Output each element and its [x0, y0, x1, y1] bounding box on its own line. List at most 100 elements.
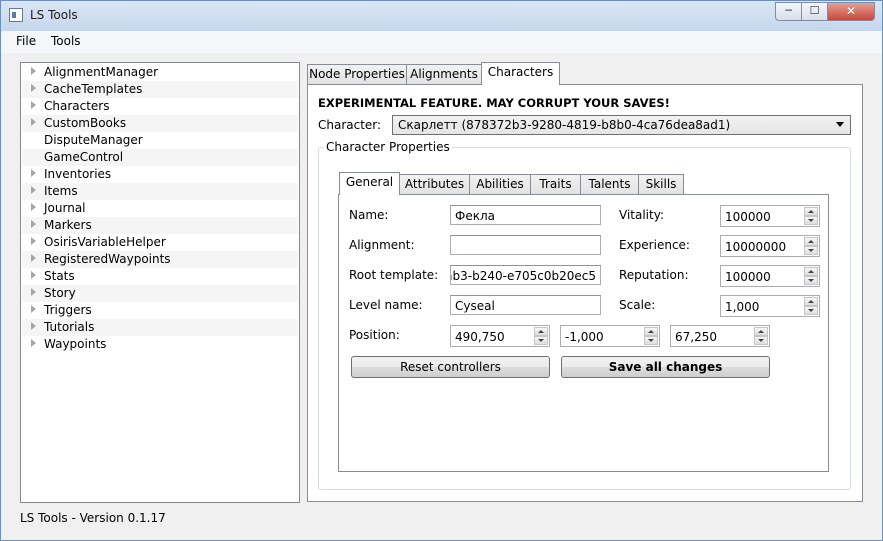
name-value: Фекла: [455, 209, 495, 223]
spin-down-icon[interactable]: [754, 336, 768, 345]
tree-item-registeredwaypoints[interactable]: RegisteredWaypoints: [22, 251, 298, 268]
tab-talents[interactable]: Talents: [580, 174, 639, 195]
save-all-changes-button[interactable]: Save all changes: [561, 356, 770, 378]
spin-buttons[interactable]: [804, 297, 818, 315]
position-y-value: -1,000: [565, 330, 604, 344]
tree-item-disputemanager[interactable]: DisputeManager: [22, 132, 298, 149]
node-tree[interactable]: AlignmentManager CacheTemplates Characte…: [20, 62, 300, 503]
tab-node-properties[interactable]: Node Properties: [307, 64, 407, 85]
tree-item-gamecontrol[interactable]: GameControl: [22, 149, 298, 166]
tree-item-label: Inventories: [44, 167, 112, 181]
experience-label: Experience:: [619, 238, 690, 252]
spin-buttons[interactable]: [804, 267, 818, 285]
tree-item-osirisvariablehelper[interactable]: OsirisVariableHelper: [22, 234, 298, 251]
app-window: LS Tools ─ ☐ ✕ File Tools AlignmentManag…: [0, 0, 883, 541]
expand-arrow-icon[interactable]: [31, 322, 36, 330]
expand-arrow-icon[interactable]: [31, 271, 36, 279]
tree-item-cachetemplates[interactable]: CacheTemplates: [22, 81, 298, 98]
minimize-button[interactable]: ─: [775, 2, 802, 21]
tree-item-triggers[interactable]: Triggers: [22, 302, 298, 319]
menu-tools[interactable]: Tools: [51, 34, 81, 48]
title-bar[interactable]: LS Tools ─ ☐ ✕: [1, 1, 882, 31]
expand-arrow-icon[interactable]: [31, 288, 36, 296]
tree-item-items[interactable]: Items: [22, 183, 298, 200]
spin-buttons[interactable]: [804, 237, 818, 255]
tab-attributes[interactable]: Attributes: [399, 174, 470, 195]
expand-arrow-icon[interactable]: [31, 118, 36, 126]
spin-up-icon[interactable]: [534, 327, 548, 336]
tree-item-inventories[interactable]: Inventories: [22, 166, 298, 183]
expand-arrow-icon[interactable]: [31, 220, 36, 228]
expand-arrow-icon[interactable]: [31, 84, 36, 92]
expand-arrow-icon[interactable]: [31, 237, 36, 245]
spin-down-icon[interactable]: [644, 336, 658, 345]
level-name-field[interactable]: Cyseal: [450, 295, 601, 315]
expand-arrow-icon[interactable]: [31, 305, 36, 313]
spin-down-icon[interactable]: [804, 216, 818, 225]
position-z-value: 67,250: [675, 330, 717, 344]
experience-spinbox[interactable]: 10000000: [720, 235, 820, 257]
tree-item-tutorials[interactable]: Tutorials: [22, 319, 298, 336]
spin-buttons[interactable]: [534, 327, 548, 345]
tree-item-characters[interactable]: Characters: [22, 98, 298, 115]
tree-item-markers[interactable]: Markers: [22, 217, 298, 234]
tree-item-stats[interactable]: Stats: [22, 268, 298, 285]
close-button[interactable]: ✕: [827, 2, 875, 21]
spin-up-icon[interactable]: [804, 207, 818, 216]
tree-item-custombooks[interactable]: CustomBooks: [22, 115, 298, 132]
expand-arrow-icon[interactable]: [31, 169, 36, 177]
root-template-value: 366-4ab3-b240-e705c0b20ec5: [451, 269, 596, 283]
spin-up-icon[interactable]: [754, 327, 768, 336]
maximize-button[interactable]: ☐: [801, 2, 828, 21]
expand-arrow-icon[interactable]: [31, 203, 36, 211]
tree-item-label: DisputeManager: [44, 133, 143, 147]
position-label: Position:: [349, 328, 400, 342]
spin-up-icon[interactable]: [804, 237, 818, 246]
tree-item-label: Waypoints: [44, 337, 107, 351]
tab-general[interactable]: General: [339, 172, 400, 195]
spin-up-icon[interactable]: [804, 267, 818, 276]
tab-traits[interactable]: Traits: [530, 174, 581, 195]
spin-buttons[interactable]: [644, 327, 658, 345]
root-template-field[interactable]: 366-4ab3-b240-e705c0b20ec5: [450, 265, 601, 285]
spin-down-icon[interactable]: [804, 246, 818, 255]
vitality-spinbox[interactable]: 100000: [720, 205, 820, 227]
tree-item-label: Stats: [44, 269, 75, 283]
tree-item-story[interactable]: Story: [22, 285, 298, 302]
expand-arrow-icon[interactable]: [31, 101, 36, 109]
alignment-field[interactable]: [450, 235, 601, 255]
name-field[interactable]: Фекла: [450, 205, 601, 225]
position-y-spinbox[interactable]: -1,000: [560, 325, 660, 347]
tab-characters[interactable]: Characters: [481, 62, 560, 85]
scale-spinbox[interactable]: 1,000: [720, 295, 820, 317]
tree-item-alignmentmanager[interactable]: AlignmentManager: [22, 64, 298, 81]
spin-down-icon[interactable]: [804, 276, 818, 285]
spin-buttons[interactable]: [754, 327, 768, 345]
tab-alignments[interactable]: Alignments: [406, 64, 482, 85]
reset-controllers-button[interactable]: Reset controllers: [351, 356, 550, 378]
character-select[interactable]: Скарлетт (878372b3-9280-4819-b8b0-4ca76d…: [392, 115, 851, 135]
position-x-spinbox[interactable]: 490,750: [450, 325, 550, 347]
tree-item-label: Journal: [44, 201, 86, 215]
expand-arrow-icon[interactable]: [31, 339, 36, 347]
expand-arrow-icon[interactable]: [31, 186, 36, 194]
tree-item-label: CustomBooks: [44, 116, 127, 130]
tree-item-label: RegisteredWaypoints: [44, 252, 171, 266]
tab-abilities[interactable]: Abilities: [469, 174, 531, 195]
spin-up-icon[interactable]: [644, 327, 658, 336]
tree-item-journal[interactable]: Journal: [22, 200, 298, 217]
spin-buttons[interactable]: [804, 207, 818, 225]
reputation-spinbox[interactable]: 100000: [720, 265, 820, 287]
tab-skills[interactable]: Skills: [638, 174, 684, 195]
chevron-down-icon[interactable]: [836, 122, 844, 127]
spin-up-icon[interactable]: [804, 297, 818, 306]
app-icon: [9, 8, 23, 22]
expand-arrow-icon[interactable]: [31, 67, 36, 75]
tree-item-waypoints[interactable]: Waypoints: [22, 336, 298, 353]
spin-down-icon[interactable]: [804, 306, 818, 315]
spin-down-icon[interactable]: [534, 336, 548, 345]
level-name-label: Level name:: [349, 298, 423, 312]
expand-arrow-icon[interactable]: [31, 254, 36, 262]
menu-file[interactable]: File: [16, 34, 36, 48]
position-z-spinbox[interactable]: 67,250: [670, 325, 770, 347]
